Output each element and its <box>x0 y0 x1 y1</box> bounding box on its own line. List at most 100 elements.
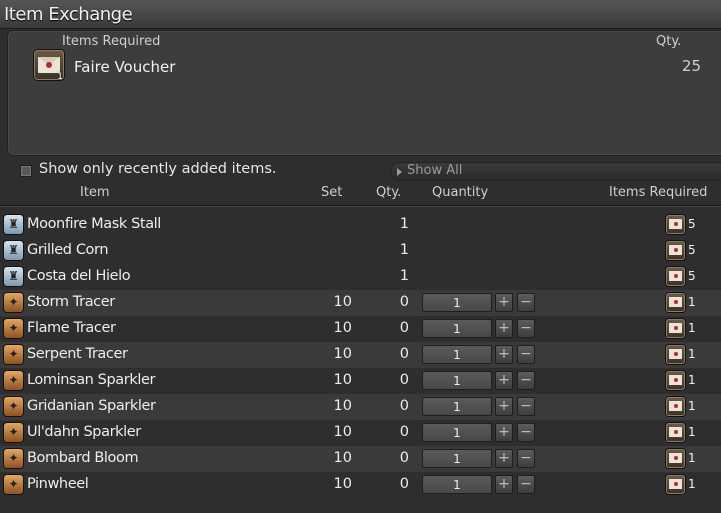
cost-amount: 1 <box>688 295 696 309</box>
cost-amount: 5 <box>688 217 696 231</box>
increment-button[interactable]: + <box>495 449 513 468</box>
item-qty: 0 <box>399 398 409 414</box>
item-set: 10 <box>333 398 352 414</box>
cost-amount: 1 <box>688 321 696 335</box>
item-name: Pinwheel <box>27 476 89 492</box>
item-name: Bombard Bloom <box>27 450 139 466</box>
quantity-input[interactable]: 1 <box>422 397 492 416</box>
decrement-button[interactable]: − <box>517 423 535 442</box>
list-item[interactable]: ✦ Serpent Tracer 10 0 1 + −1 <box>0 342 721 368</box>
list-item[interactable]: ♜ Costa del Hielo 1 5 <box>0 264 721 290</box>
cost-amount: 1 <box>688 477 696 491</box>
item-qty: 1 <box>399 242 409 258</box>
column-header-quantity: Quantity <box>432 185 489 200</box>
item-qty: 0 <box>399 346 409 362</box>
firework-icon: ✦ <box>4 319 23 338</box>
firework-icon: ✦ <box>4 371 23 390</box>
decrement-button[interactable]: − <box>517 397 535 416</box>
voucher-icon[interactable] <box>666 267 685 286</box>
show-all-dropdown[interactable]: Show All <box>390 162 721 181</box>
increment-button[interactable]: + <box>495 293 513 312</box>
voucher-icon[interactable] <box>666 241 685 260</box>
decrement-button[interactable]: − <box>517 293 535 312</box>
increment-button[interactable]: + <box>495 345 513 364</box>
item-qty: 1 <box>399 268 409 284</box>
list-item[interactable]: ✦ Gridanian Sparkler 10 0 1 + −1 <box>0 394 721 420</box>
firework-icon: ✦ <box>4 475 23 494</box>
column-header-set: Set <box>321 185 343 200</box>
item-set: 10 <box>333 424 352 440</box>
cost-amount: 5 <box>688 269 696 283</box>
voucher-icon[interactable] <box>666 397 685 416</box>
cost-amount: 1 <box>688 451 696 465</box>
required-item-name: Faire Voucher <box>74 58 176 76</box>
voucher-icon[interactable] <box>666 319 685 338</box>
quantity-input[interactable]: 1 <box>422 319 492 338</box>
voucher-icon[interactable] <box>666 293 685 312</box>
required-items-header: Items Required <box>62 34 161 49</box>
recent-items-label[interactable]: Show only recently added items. <box>39 161 277 177</box>
item-name: Ul'dahn Sparkler <box>27 424 141 440</box>
increment-button[interactable]: + <box>495 475 513 494</box>
required-item-qty: 25 <box>681 57 701 75</box>
voucher-icon[interactable] <box>666 215 685 234</box>
item-name: Moonfire Mask Stall <box>27 216 161 232</box>
decrement-button[interactable]: − <box>517 371 535 390</box>
expand-arrow-icon <box>397 168 402 176</box>
firework-icon: ✦ <box>4 397 23 416</box>
item-name: Grilled Corn <box>27 242 109 258</box>
quantity-input[interactable]: 1 <box>422 475 492 494</box>
recent-items-checkbox[interactable] <box>20 165 32 177</box>
decrement-button[interactable]: − <box>517 345 535 364</box>
item-name: Serpent Tracer <box>27 346 128 362</box>
increment-button[interactable]: + <box>495 397 513 416</box>
item-set: 10 <box>333 450 352 466</box>
furnishing-icon: ♜ <box>4 241 23 260</box>
list-item[interactable]: ♜ Moonfire Mask Stall 1 5 <box>0 212 721 238</box>
list-item[interactable]: ✦ Ul'dahn Sparkler 10 0 1 + −1 <box>0 420 721 446</box>
column-header-item: Item <box>80 185 110 200</box>
required-items-panel: Items Required Qty. 1 Faire Voucher 25 <box>7 30 721 156</box>
voucher-icon[interactable] <box>666 423 685 442</box>
filter-row: Show only recently added items. Show All <box>0 158 721 182</box>
item-qty: 0 <box>399 372 409 388</box>
quantity-input[interactable]: 1 <box>422 371 492 390</box>
list-item[interactable]: ✦ Pinwheel 10 0 1 + −1 <box>0 472 721 498</box>
decrement-button[interactable]: − <box>517 475 535 494</box>
item-set: 10 <box>333 294 352 310</box>
voucher-icon[interactable] <box>666 475 685 494</box>
quantity-input[interactable]: 1 <box>422 423 492 442</box>
quantity-input[interactable]: 1 <box>422 345 492 364</box>
column-header-items-required: Items Required <box>609 185 708 200</box>
voucher-icon[interactable] <box>666 345 685 364</box>
item-set: 10 <box>333 476 352 492</box>
decrement-button[interactable]: − <box>517 449 535 468</box>
voucher-icon[interactable] <box>666 449 685 468</box>
list-item[interactable]: ♜ Grilled Corn 1 5 <box>0 238 721 264</box>
quantity-input[interactable]: 1 <box>422 449 492 468</box>
voucher-icon[interactable] <box>666 371 685 390</box>
increment-button[interactable]: + <box>495 423 513 442</box>
firework-icon: ✦ <box>4 423 23 442</box>
increment-button[interactable]: + <box>495 319 513 338</box>
column-header-qty: Qty. <box>376 185 402 200</box>
item-set: 10 <box>333 372 352 388</box>
required-qty-header: Qty. <box>656 34 682 49</box>
item-name: Storm Tracer <box>27 294 115 310</box>
item-name: Costa del Hielo <box>27 268 131 284</box>
cost-amount: 1 <box>688 347 696 361</box>
decrement-button[interactable]: − <box>517 319 535 338</box>
increment-button[interactable]: + <box>495 371 513 390</box>
cost-amount: 1 <box>688 399 696 413</box>
quantity-input[interactable]: 1 <box>422 293 492 312</box>
item-name: Gridanian Sparkler <box>27 398 156 414</box>
item-qty: 0 <box>399 294 409 310</box>
list-item[interactable]: ✦ Bombard Bloom 10 0 1 + −1 <box>0 446 721 472</box>
firework-icon: ✦ <box>4 345 23 364</box>
list-item[interactable]: ✦ Flame Tracer 10 0 1 + −1 <box>0 316 721 342</box>
title-bar: Item Exchange <box>0 0 721 29</box>
firework-icon: ✦ <box>4 293 23 312</box>
list-item[interactable]: ✦ Lominsan Sparkler 10 0 1 + −1 <box>0 368 721 394</box>
list-item[interactable]: ✦ Storm Tracer 10 0 1 + −1 <box>0 290 721 316</box>
voucher-icon[interactable]: 1 <box>34 50 64 82</box>
